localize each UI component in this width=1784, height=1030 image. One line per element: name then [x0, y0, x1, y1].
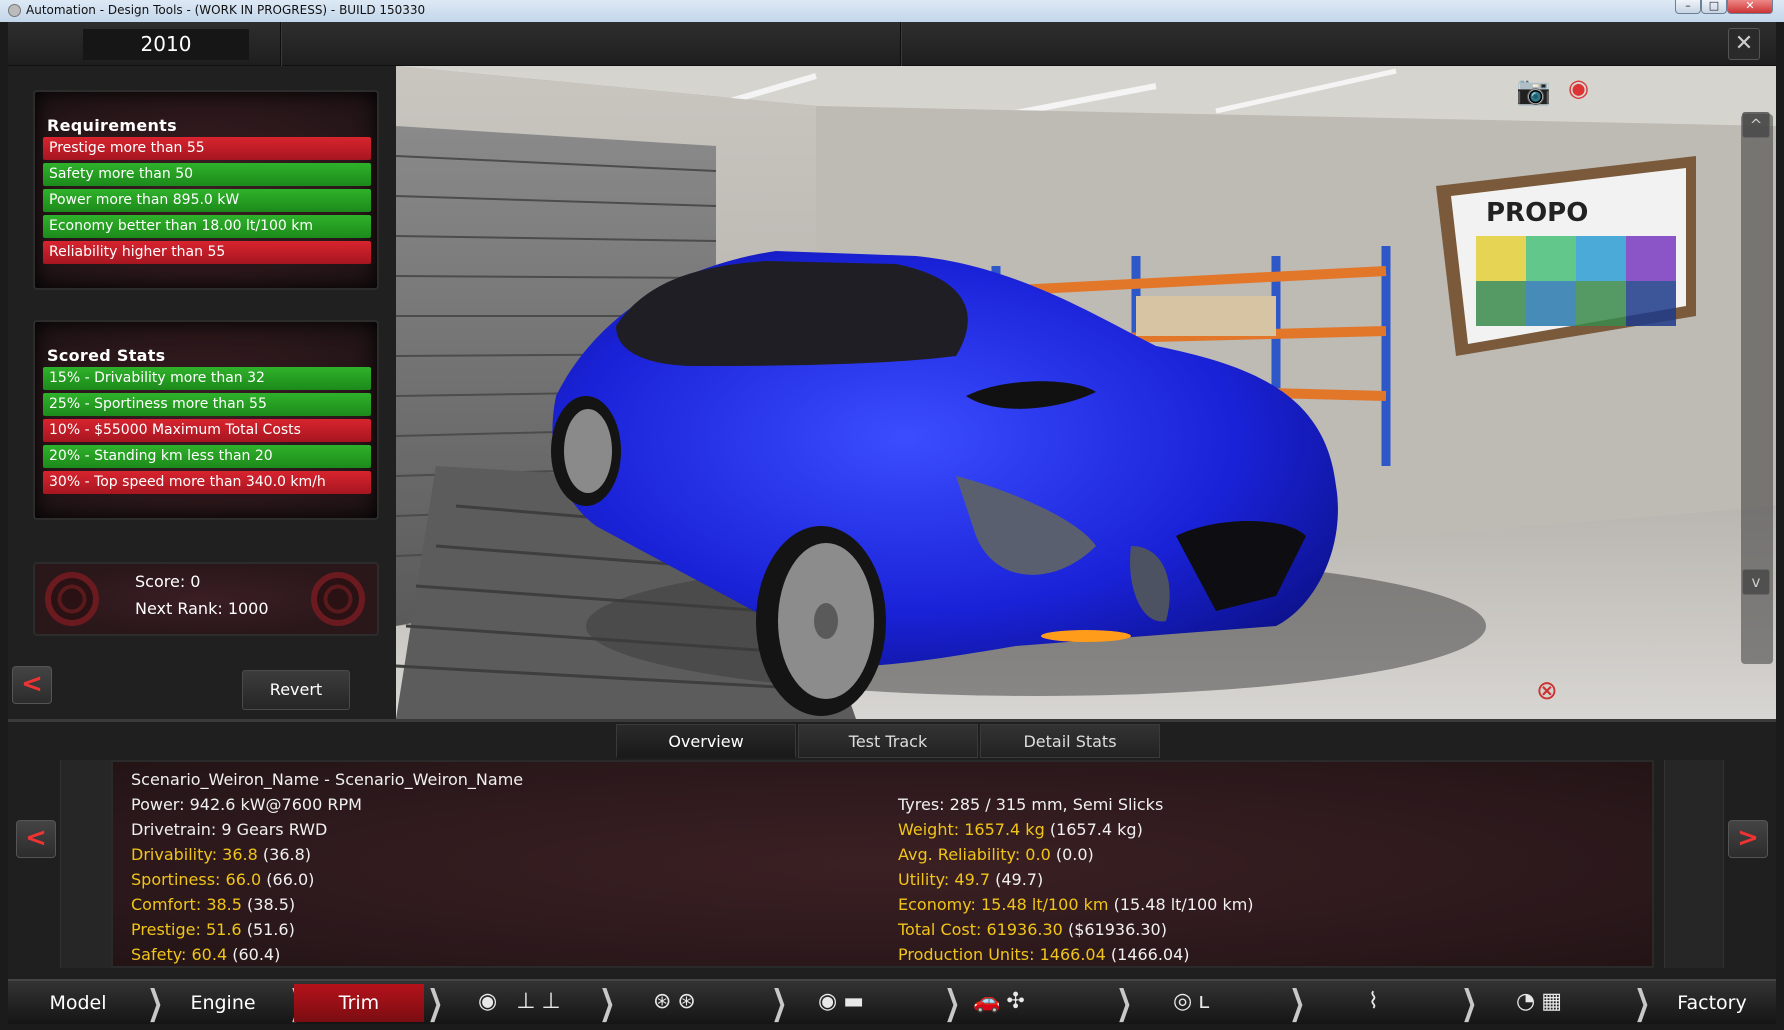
stat-economy: Economy: 15.48 lt/100 km (15.48 lt/100 k…	[898, 895, 1254, 914]
stats-side-column	[1664, 760, 1724, 968]
window-title: Automation - Design Tools - (WORK IN PRO…	[26, 3, 426, 17]
window-close-button[interactable]: ✕	[1727, 0, 1773, 14]
scored-stat-item: 30% - Top speed more than 340.0 km/h	[43, 471, 371, 494]
next-rank-value: Next Rank: 1000	[135, 599, 269, 618]
chevron-right-icon: ❯	[1289, 983, 1306, 1023]
requirement-item: Prestige more than 55	[43, 137, 371, 160]
stat-prestige: Prestige: 51.6 (51.6)	[131, 920, 295, 939]
back-button[interactable]: <	[12, 666, 52, 704]
chevron-right-icon: ❯	[427, 983, 444, 1023]
stat-sportiness: Sportiness: 66.0 (66.0)	[131, 870, 315, 889]
game-frame: 2010 ✕ Requirements Prestige more than 5…	[8, 22, 1776, 1024]
minimize-button[interactable]: –	[1675, 0, 1701, 14]
requirement-item: Reliability higher than 55	[43, 241, 371, 264]
stat-utility: Utility: 49.7 (49.7)	[898, 870, 1044, 889]
stat-avg-reliability: Avg. Reliability: 0.0 (0.0)	[898, 845, 1094, 864]
scored-stats-heading: Scored Stats	[47, 346, 166, 365]
score-value: Score: 0	[135, 572, 201, 591]
scored-stat-item: 25% - Sportiness more than 55	[43, 393, 371, 416]
year-display: 2010	[83, 29, 249, 60]
step-engine[interactable]: Engine	[158, 984, 288, 1022]
body-icon[interactable]: ◉▬	[818, 989, 870, 1014]
scored-stat-item: 10% - $55000 Maximum Total Costs	[43, 419, 371, 442]
scored-stat-item: 15% - Drivability more than 32	[43, 367, 371, 390]
stat-weight: Weight: 1657.4 kg (1657.4 kg)	[898, 820, 1143, 839]
chevron-right-icon: ❯	[1116, 983, 1133, 1023]
requirement-item: Economy better than 18.00 lt/100 km	[43, 215, 371, 238]
scroll-down-button[interactable]: v	[1742, 569, 1770, 595]
next-rank-emblem-icon	[311, 572, 365, 626]
top-divider	[900, 22, 902, 66]
scored-stat-item: 20% - Standing km less than 20	[43, 445, 371, 468]
tab-test-track[interactable]: Test Track	[798, 724, 978, 758]
stats-area: Overview Test Track Detail Stats < > Sce…	[8, 719, 1776, 979]
tab-overview[interactable]: Overview	[616, 724, 796, 758]
top-divider	[280, 22, 282, 66]
revert-button[interactable]: Revert	[242, 670, 350, 710]
stat-drivetrain: Drivetrain: 9 Gears RWD	[131, 820, 328, 839]
stat-power: Power: 942.6 kW@7600 RPM	[131, 795, 362, 814]
garage-scene: PROPO	[396, 66, 1776, 719]
chevron-right-icon: ❯	[599, 983, 616, 1023]
scroll-up-button[interactable]: ^	[1742, 112, 1770, 138]
eye-icon[interactable]: ◉	[1568, 74, 1589, 102]
step-trim[interactable]: Trim	[294, 984, 424, 1022]
overview-stats-panel: Scenario_Weiron_Name - Scenario_Weiron_N…	[111, 760, 1654, 968]
stat-production-units: Production Units: 1466.04 (1466.04)	[898, 945, 1190, 964]
app-icon	[8, 4, 21, 17]
stat-comfort: Comfort: 38.5 (38.5)	[131, 895, 296, 914]
previous-car-button[interactable]: <	[16, 820, 56, 858]
test-track-icon[interactable]: ◔▦	[1516, 989, 1568, 1014]
car-aero-icon[interactable]: 🚗✣	[973, 989, 1031, 1014]
designer-step-nav: Model ❯ Engine ❯ Trim ❯ ◉ ⊥⊥ ❯ ⊛⊛ ❯ ◉▬ ❯…	[8, 979, 1776, 1024]
chevron-right-icon: ❯	[771, 983, 788, 1023]
scored-stats-panel: Scored Stats 15% - Drivability more than…	[33, 320, 379, 520]
suspension-icon[interactable]: ⌇	[1368, 989, 1385, 1014]
step-factory[interactable]: Factory	[1648, 984, 1776, 1022]
poster-text: PROPO	[1486, 198, 1588, 228]
requirement-item: Safety more than 50	[43, 163, 371, 186]
interior-icon[interactable]: ◎ʟ	[1173, 989, 1215, 1014]
reset-view-icon[interactable]: ⊗	[1536, 676, 1558, 706]
chevron-right-icon: ❯	[944, 983, 961, 1023]
left-panel: Requirements Prestige more than 55 Safet…	[8, 66, 396, 719]
top-bar: 2010 ✕	[8, 22, 1776, 66]
maximize-button[interactable]: □	[1701, 0, 1727, 14]
stat-tyres: Tyres: 285 / 315 mm, Semi Slicks	[898, 795, 1164, 814]
gearbox-icon[interactable]: ◉ ⊥⊥	[478, 989, 567, 1014]
wheels-icon[interactable]: ⊛⊛	[653, 989, 702, 1014]
car-name: Scenario_Weiron_Name - Scenario_Weiron_N…	[131, 770, 524, 789]
score-panel: Score: 0 Next Rank: 1000	[33, 562, 379, 636]
window-titlebar: Automation - Design Tools - (WORK IN PRO…	[0, 0, 1784, 22]
stat-total-cost: Total Cost: 61936.30 ($61936.30)	[898, 920, 1167, 939]
next-car-button[interactable]: >	[1728, 820, 1768, 858]
requirement-item: Power more than 895.0 kW	[43, 189, 371, 212]
close-designer-button[interactable]: ✕	[1728, 28, 1760, 60]
stat-drivability: Drivability: 36.8 (36.8)	[131, 845, 311, 864]
tab-detail-stats[interactable]: Detail Stats	[980, 724, 1160, 758]
requirements-panel: Requirements Prestige more than 55 Safet…	[33, 90, 379, 290]
stat-safety: Safety: 60.4 (60.4)	[131, 945, 281, 964]
car-3d-viewport[interactable]: PROPO 📷 ◉ ^ v ⊗	[396, 66, 1776, 719]
step-model[interactable]: Model	[8, 984, 148, 1022]
rank-emblem-icon	[45, 572, 99, 626]
camera-icon[interactable]: 📷	[1516, 74, 1551, 107]
chevron-right-icon: ❯	[1461, 983, 1478, 1023]
requirements-heading: Requirements	[47, 116, 177, 135]
